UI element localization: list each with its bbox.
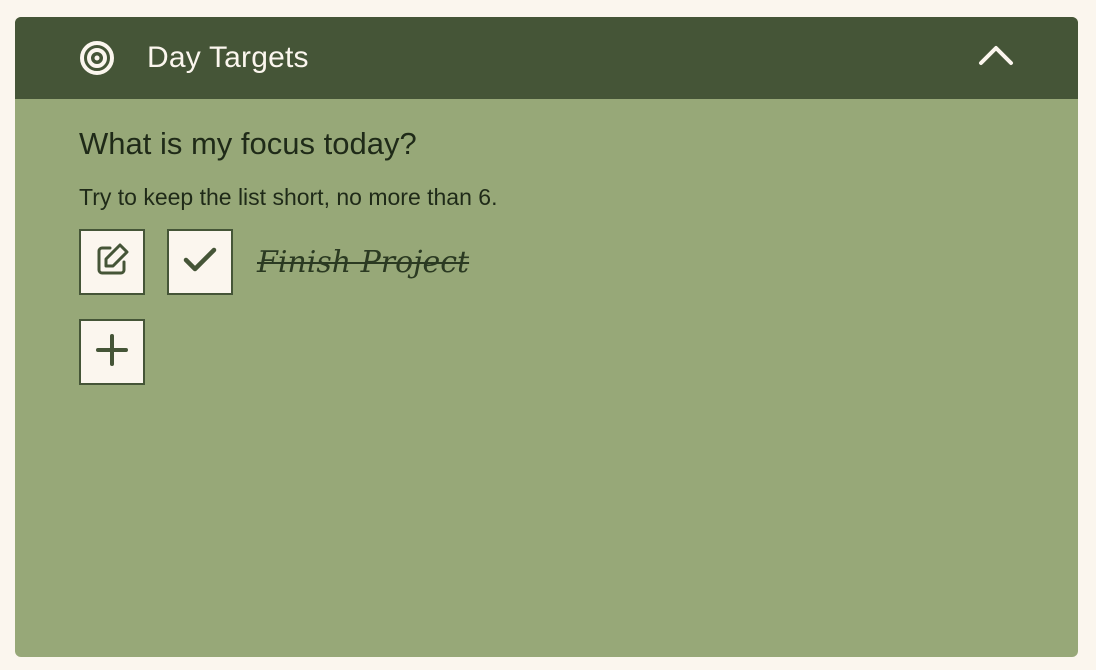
edit-task-button[interactable] <box>79 229 145 295</box>
list-hint: Try to keep the list short, no more than… <box>79 184 498 210</box>
collapse-button[interactable] <box>973 37 1019 77</box>
panel-title: Day Targets <box>147 41 309 74</box>
task-label: Finish Project <box>257 245 470 280</box>
check-icon <box>182 245 218 280</box>
focus-question: What is my focus today? <box>79 126 417 161</box>
complete-task-toggle[interactable] <box>167 229 233 295</box>
chevron-up-icon <box>978 43 1014 72</box>
day-targets-panel: Day Targets What is my focus today? Try … <box>15 17 1078 657</box>
edit-icon <box>93 241 131 284</box>
plus-icon <box>95 333 129 372</box>
add-task-button[interactable] <box>79 319 145 385</box>
target-icon <box>79 40 115 76</box>
panel-header: Day Targets <box>15 17 1078 99</box>
